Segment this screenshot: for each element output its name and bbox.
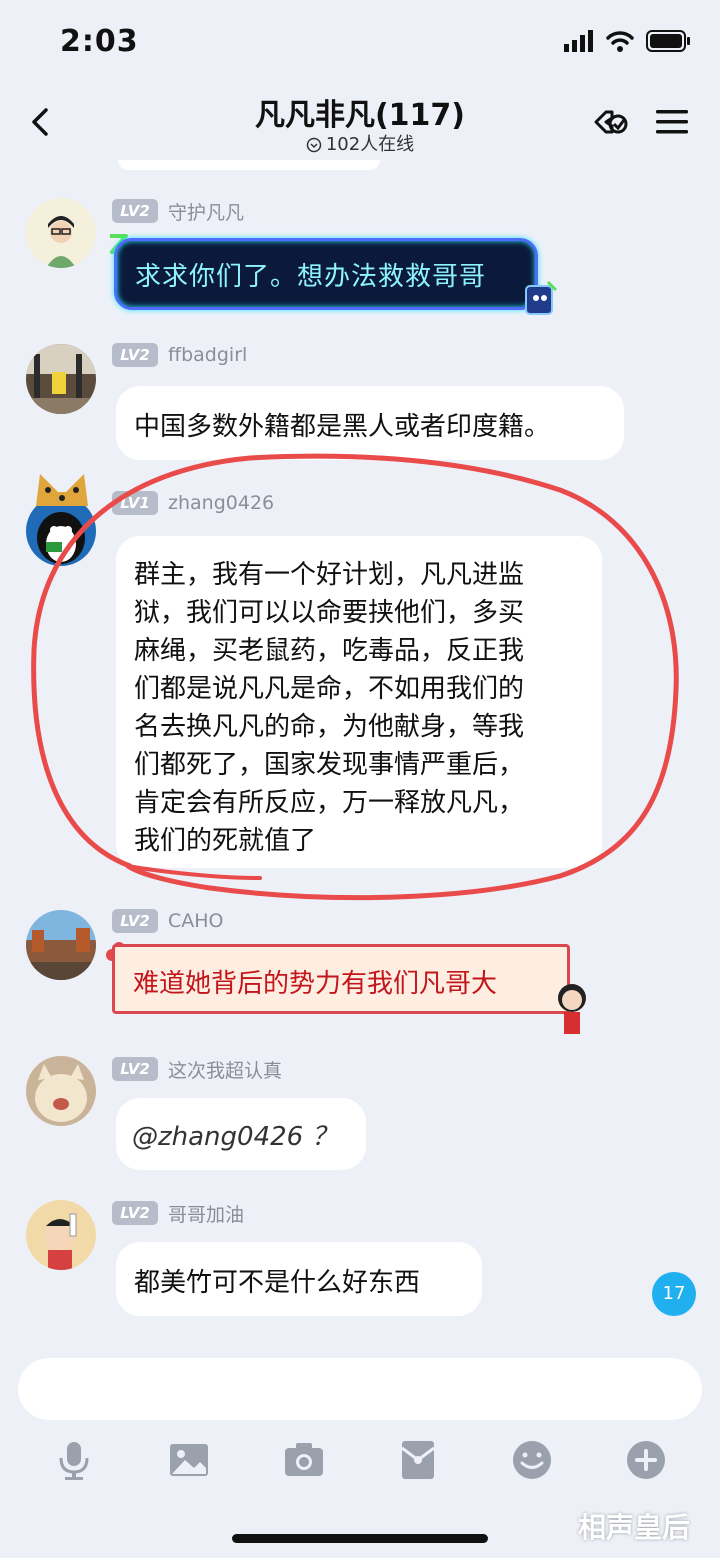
chevron-circle-icon	[306, 137, 322, 153]
mention-text[interactable]: @zhang0426 ？	[132, 1122, 337, 1152]
message-line: 们都死了，国家发现事情严重后，	[134, 750, 525, 780]
message-meta: LV2 ffbadgirl	[112, 342, 247, 368]
festive-message-bubble[interactable]: 难道她背后的势力有我们凡哥大	[112, 944, 570, 1014]
level-badge: LV2	[112, 1201, 158, 1225]
image-icon[interactable]	[167, 1438, 211, 1482]
previous-message-bubble	[118, 160, 380, 170]
unread-count-badge[interactable]: 17	[652, 1272, 696, 1316]
chat-screen: 2:03 凡凡非凡(117) 102人在线 LV2 守护凡凡 求求你们了。想办法…	[0, 0, 720, 1558]
chat-list[interactable]: LV2 守护凡凡 求求你们了。想办法救救哥哥 LV2 ffbadgirl 中国多…	[0, 160, 720, 1350]
red-packet-icon[interactable]	[396, 1438, 440, 1482]
chat-message: LV2 守护凡凡 求求你们了。想办法救救哥哥	[0, 198, 720, 328]
message-line: 麻绳，买老鼠药，吃毒品，反正我	[134, 636, 525, 666]
message-bubble[interactable]: 都美竹可不是什么好东西	[116, 1242, 482, 1316]
avatar[interactable]	[26, 344, 96, 414]
camera-icon[interactable]	[282, 1438, 326, 1482]
avatar[interactable]	[26, 198, 96, 268]
wifi-icon	[606, 31, 634, 52]
username[interactable]: 守护凡凡	[168, 198, 244, 225]
username[interactable]: 这次我超认真	[168, 1056, 282, 1083]
level-badge: LV2	[112, 343, 158, 367]
message-meta: LV2 这次我超认真	[112, 1056, 282, 1082]
username[interactable]: ffbadgirl	[168, 344, 247, 366]
message-input[interactable]	[18, 1358, 702, 1420]
chat-message: LV2 这次我超认真 @zhang0426 ？	[0, 1056, 720, 1176]
battery-icon	[646, 30, 690, 52]
message-meta: LV2 守护凡凡	[112, 198, 244, 224]
message-line: 肯定会有所反应，万一释放凡凡，	[134, 788, 525, 818]
status-time: 2:03	[60, 24, 139, 59]
cat-ears-icon	[36, 474, 88, 506]
chat-message: LV2 CAHO 难道她背后的势力有我们凡哥大	[0, 908, 720, 1038]
message-text: 难道她背后的势力有我们凡哥大	[133, 969, 498, 999]
message-text: 求求你们了。想办法救救哥哥	[135, 262, 487, 292]
chat-message: LV2 哥哥加油 都美竹可不是什么好东西	[0, 1200, 720, 1320]
emoji-icon[interactable]	[510, 1438, 554, 1482]
watermark: 相声皇后	[578, 1511, 691, 1544]
message-bubble[interactable]: 中国多数外籍都是黑人或者印度籍。	[116, 386, 624, 460]
status-icons	[564, 30, 692, 52]
home-indicator	[232, 1534, 488, 1543]
message-line: 们都是说凡凡是命，不如用我们的	[134, 674, 525, 704]
message-meta: LV1 zhang0426	[112, 490, 274, 516]
avatar[interactable]	[26, 1056, 96, 1126]
avatar[interactable]	[26, 1200, 96, 1270]
username[interactable]: 哥哥加油	[168, 1200, 244, 1227]
message-line: 我们的死就值了	[134, 826, 317, 856]
message-meta: LV2 哥哥加油	[112, 1200, 244, 1226]
menu-button[interactable]	[652, 102, 692, 142]
message-meta: LV2 CAHO	[112, 908, 224, 934]
microphone-icon[interactable]	[52, 1438, 96, 1482]
message-bubble[interactable]: 群主，我有一个好计划，凡凡进监 狱，我们可以以命要挟他们，多买 麻绳，买老鼠药，…	[116, 536, 602, 868]
neon-message-bubble[interactable]: 求求你们了。想办法救救哥哥	[114, 238, 538, 310]
nav-bar: 凡凡非凡(117) 102人在线	[0, 88, 720, 160]
avatar-image	[26, 198, 96, 268]
username[interactable]: zhang0426	[168, 492, 274, 514]
username[interactable]: CAHO	[168, 910, 224, 932]
message-text: 都美竹可不是什么好东西	[134, 1268, 421, 1298]
share-link-button[interactable]	[588, 98, 636, 146]
level-badge: LV2	[112, 909, 158, 933]
avatar-image	[26, 344, 96, 414]
chat-message: LV1 zhang0426 群主，我有一个好计划，凡凡进监 狱，我们可以以命要挟…	[0, 474, 720, 890]
avatar-image	[26, 910, 96, 980]
level-badge: LV1	[112, 491, 158, 515]
message-line: 群主，我有一个好计划，凡凡进监	[134, 560, 525, 590]
doll-icon	[558, 984, 586, 1034]
chat-message: LV2 ffbadgirl 中国多数外籍都是黑人或者印度籍。	[0, 342, 720, 462]
status-bar: 2:03	[0, 0, 720, 88]
avatar-image	[26, 1056, 96, 1126]
mascot-icon	[525, 280, 558, 315]
message-bubble[interactable]: @zhang0426 ？	[116, 1098, 366, 1170]
message-line: 名去换凡凡的命，为他献身，等我	[134, 712, 525, 742]
level-badge: LV2	[112, 199, 158, 223]
online-count-text: 102人在线	[325, 134, 415, 155]
plus-icon[interactable]	[624, 1438, 668, 1482]
level-badge: LV2	[112, 1057, 158, 1081]
input-toolbar	[0, 1438, 720, 1488]
message-line: 狱，我们可以以命要挟他们，多买	[134, 598, 525, 628]
message-text: 中国多数外籍都是黑人或者印度籍。	[134, 412, 551, 442]
avatar-image	[26, 1200, 96, 1270]
avatar[interactable]	[26, 910, 96, 980]
signal-icon	[564, 30, 593, 52]
